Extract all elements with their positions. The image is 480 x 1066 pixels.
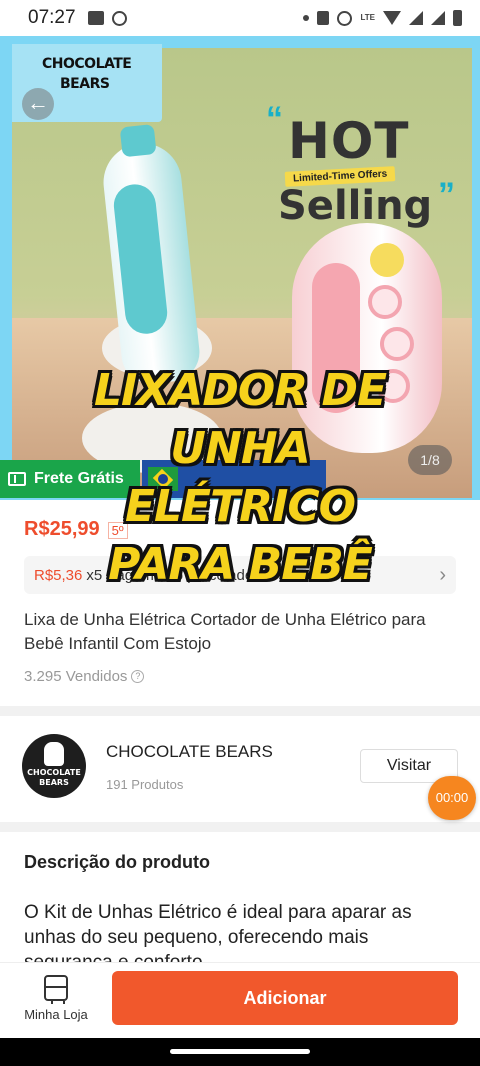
video-camera-icon <box>87 11 104 25</box>
signal-icon <box>409 11 423 25</box>
my-shop-button[interactable]: Minha Loja <box>16 973 96 1033</box>
shop-icon <box>44 975 68 1004</box>
brand-line-2: BEARS <box>60 76 110 92</box>
quote-open-icon: “ <box>266 100 283 138</box>
caption-line-4: PARA BEBÊ <box>108 539 373 590</box>
caption-line-1: LIXADOR DE <box>93 365 387 416</box>
battery-icon <box>453 10 462 26</box>
hot-text: HOT <box>288 112 410 170</box>
my-shop-label: Minha Loja <box>24 1007 88 1022</box>
pink-disc-1 <box>368 285 402 319</box>
video-caption: LIXADOR DE UNHA ELÉTRICO PARA BEBÊ <box>0 362 480 594</box>
floating-timer[interactable]: 00:00 <box>428 776 476 820</box>
sold-count-row: 3.295 Vendidos ? <box>24 668 145 685</box>
back-button[interactable]: ← <box>22 88 54 120</box>
pink-disc-2 <box>380 327 414 361</box>
store-name[interactable]: CHOCOLATE BEARS <box>106 742 273 762</box>
bear-logo-icon <box>44 742 64 766</box>
quote-close-icon: ” <box>438 176 455 214</box>
description-title: Descrição do produto <box>24 852 211 872</box>
do-not-disturb-icon <box>337 10 353 26</box>
caption-line-2: UNHA <box>170 423 310 474</box>
status-time: 07:27 <box>28 7 76 28</box>
trimmer-head <box>119 123 157 158</box>
help-icon[interactable]: ? <box>131 670 145 683</box>
bottom-action-bar: Minha Loja Adicionar <box>0 962 480 1038</box>
add-button[interactable]: Adicionar <box>112 971 458 1025</box>
hot-selling-badge: “ HOT Limited-Time Offers Selling ” <box>266 100 455 229</box>
brand-line-1: CHOCOLATE <box>42 56 132 72</box>
avatar-line-1: CHOCOLATE <box>27 768 81 777</box>
caption-line-3: ELÉTRICO <box>124 481 356 532</box>
product-title: Lixa de Unha Elétrica Cortador de Unha E… <box>24 610 426 653</box>
store-product-count: 191 Produtos <box>106 777 184 792</box>
vibrate-icon <box>317 11 330 25</box>
signal-icon-2 <box>431 11 445 25</box>
home-gesture-handle[interactable] <box>170 1049 310 1054</box>
app-notification-icon <box>111 10 127 26</box>
description-text: O Kit de Unhas Elétrico é ideal para apa… <box>24 902 412 962</box>
description-card: Descrição do produto O Kit de Unhas Elét… <box>0 832 480 962</box>
trimmer-grip <box>111 182 170 336</box>
store-avatar[interactable]: CHOCOLATE BEARS <box>22 734 86 798</box>
lte-label: LTE <box>360 13 375 22</box>
selling-text: Selling <box>278 183 433 229</box>
arrow-left-icon: ← <box>27 90 49 115</box>
sold-count: 3.295 Vendidos <box>24 668 128 685</box>
dot-icon <box>303 15 310 21</box>
wifi-icon <box>383 11 401 25</box>
yellow-disc <box>370 243 404 277</box>
avatar-line-2: BEARS <box>39 778 69 787</box>
system-nav-bar <box>0 1038 480 1066</box>
status-bar: 07:27 LTE <box>0 0 480 36</box>
store-card: CHOCOLATE BEARS CHOCOLATE BEARS 191 Prod… <box>0 716 480 822</box>
